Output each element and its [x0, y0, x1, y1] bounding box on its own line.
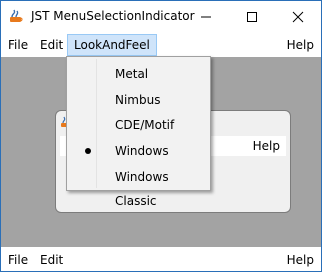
option-label: Windows Classic	[115, 170, 169, 208]
internal-menu-help[interactable]: Help	[253, 136, 280, 156]
option-label: Metal	[115, 67, 149, 81]
title-bar[interactable]: JST MenuSelectionIndicator	[1, 1, 321, 32]
maximize-button[interactable]	[229, 1, 275, 32]
minimize-button[interactable]	[183, 1, 229, 32]
radio-selected-bullet-icon	[85, 148, 91, 154]
menu-lookandfeel[interactable]: LookAndFeel	[67, 34, 157, 56]
close-button[interactable]	[275, 1, 321, 32]
option-windows-classic[interactable]: Windows Classic	[69, 165, 208, 208]
option-label: CDE/Motif	[115, 118, 175, 132]
menu-edit[interactable]: Edit	[34, 34, 69, 56]
bottom-menu-file[interactable]: File	[2, 249, 34, 271]
option-metal[interactable]: Metal	[69, 62, 208, 86]
bottom-menu-edit[interactable]: Edit	[34, 249, 69, 271]
java-app-icon	[8, 8, 24, 24]
close-icon	[292, 11, 304, 23]
lookandfeel-dropdown: Metal Nimbus CDE/Motif Windows Windows C…	[66, 56, 211, 208]
option-windows[interactable]: Windows	[69, 139, 208, 163]
option-label: Windows	[115, 144, 169, 158]
menu-file[interactable]: File	[2, 34, 34, 56]
option-nimbus[interactable]: Nimbus	[69, 88, 208, 112]
menu-help[interactable]: Help	[281, 34, 320, 56]
option-label: Nimbus	[115, 93, 161, 107]
menu-bar: File Edit LookAndFeel Help	[1, 34, 321, 56]
bottom-menu-help[interactable]: Help	[281, 249, 320, 271]
app-window: JST MenuSelectionIndicator File Edit Loo…	[0, 0, 322, 272]
maximize-icon	[247, 12, 257, 22]
window-title: JST MenuSelectionIndicator	[31, 9, 195, 23]
minimize-icon	[201, 16, 211, 18]
bottom-menu-bar: File Edit Help	[1, 249, 321, 271]
option-cde-motif[interactable]: CDE/Motif	[69, 113, 208, 137]
